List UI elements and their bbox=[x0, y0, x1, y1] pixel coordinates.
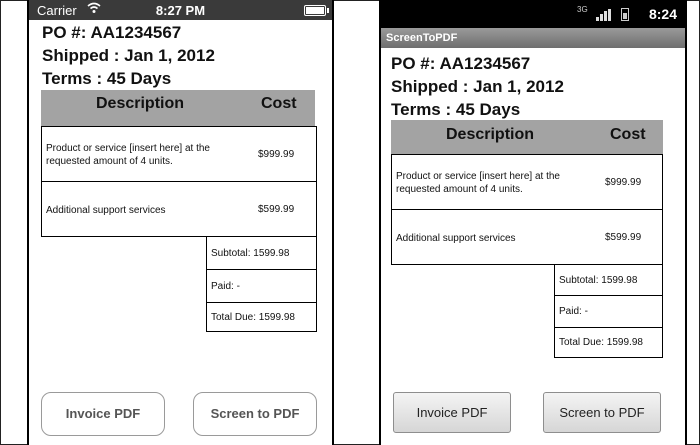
network-indicator: 3G bbox=[577, 5, 588, 14]
table-row: Product or service [insert here] at the … bbox=[41, 126, 317, 182]
subtotal-row: Subtotal: 1599.98 bbox=[554, 264, 663, 296]
row-description: Product or service [insert here] at the … bbox=[396, 171, 560, 195]
table-row: Additional support services $599.99 bbox=[391, 209, 663, 265]
subtotal-text: Subtotal: 1599.98 bbox=[559, 275, 638, 286]
cost-header: Cost bbox=[261, 95, 297, 112]
cost-header: Cost bbox=[610, 126, 646, 143]
battery-icon bbox=[304, 5, 329, 16]
terms: Terms : 45 Days bbox=[42, 69, 172, 88]
shipped-date: Shipped : Jan 1, 2012 bbox=[391, 77, 564, 96]
table-row: Additional support services $599.99 bbox=[41, 181, 317, 237]
description-header: Description bbox=[96, 95, 185, 112]
paid-text: Paid: - bbox=[559, 306, 588, 317]
status-time: 8:24 bbox=[648, 6, 677, 22]
battery-icon bbox=[621, 8, 629, 21]
table-header: Description Cost bbox=[391, 120, 663, 154]
paid-row: Paid: - bbox=[554, 295, 663, 328]
ios-status-bar: Carrier 8:27 PM bbox=[29, 0, 332, 20]
app-title-bar: ScreenToPDF bbox=[381, 28, 685, 48]
paid-text: Paid: - bbox=[211, 281, 240, 292]
row-cost: $999.99 bbox=[258, 149, 295, 160]
row-cost: $599.99 bbox=[258, 204, 295, 215]
po-number: PO #: AA1234567 bbox=[391, 54, 531, 73]
description-header: Description bbox=[446, 126, 535, 143]
android-screen: 3G 8:24 ScreenToPDF PO #: AA1234567 Ship… bbox=[379, 0, 687, 445]
row-description: Additional support services bbox=[396, 233, 516, 244]
total-due-row: Total Due: 1599.98 bbox=[206, 302, 317, 332]
row-description: Additional support services bbox=[46, 205, 166, 216]
total-due-text: Total Due: 1599.98 bbox=[559, 337, 643, 348]
row-cost: $999.99 bbox=[605, 177, 642, 188]
invoice-pdf-button[interactable]: Invoice PDF bbox=[393, 392, 511, 433]
table-row: Product or service [insert here] at the … bbox=[391, 154, 663, 210]
subtotal-row: Subtotal: 1599.98 bbox=[206, 236, 317, 270]
total-due-text: Total Due: 1599.98 bbox=[211, 312, 295, 323]
subtotal-text: Subtotal: 1599.98 bbox=[211, 248, 290, 259]
status-time: 8:27 PM bbox=[155, 3, 206, 18]
row-description: Product or service [insert here] at the … bbox=[46, 143, 210, 167]
paid-row: Paid: - bbox=[206, 269, 317, 303]
screen-to-pdf-button[interactable]: Screen to PDF bbox=[543, 392, 661, 433]
invoice-pdf-button[interactable]: Invoice PDF bbox=[41, 392, 165, 436]
total-due-row: Total Due: 1599.98 bbox=[554, 327, 663, 358]
row-cost: $599.99 bbox=[605, 232, 642, 243]
po-number: PO #: AA1234567 bbox=[42, 23, 182, 42]
table-header: Description Cost bbox=[41, 90, 315, 126]
signal-icon bbox=[596, 9, 612, 21]
android-status-bar: 3G 8:24 bbox=[381, 0, 685, 28]
ios-screen: Carrier 8:27 PM PO #: AA1234567 Shipped … bbox=[27, 0, 334, 445]
terms: Terms : 45 Days bbox=[391, 100, 521, 119]
screen-to-pdf-button[interactable]: Screen to PDF bbox=[193, 392, 317, 436]
shipped-date: Shipped : Jan 1, 2012 bbox=[42, 46, 215, 65]
